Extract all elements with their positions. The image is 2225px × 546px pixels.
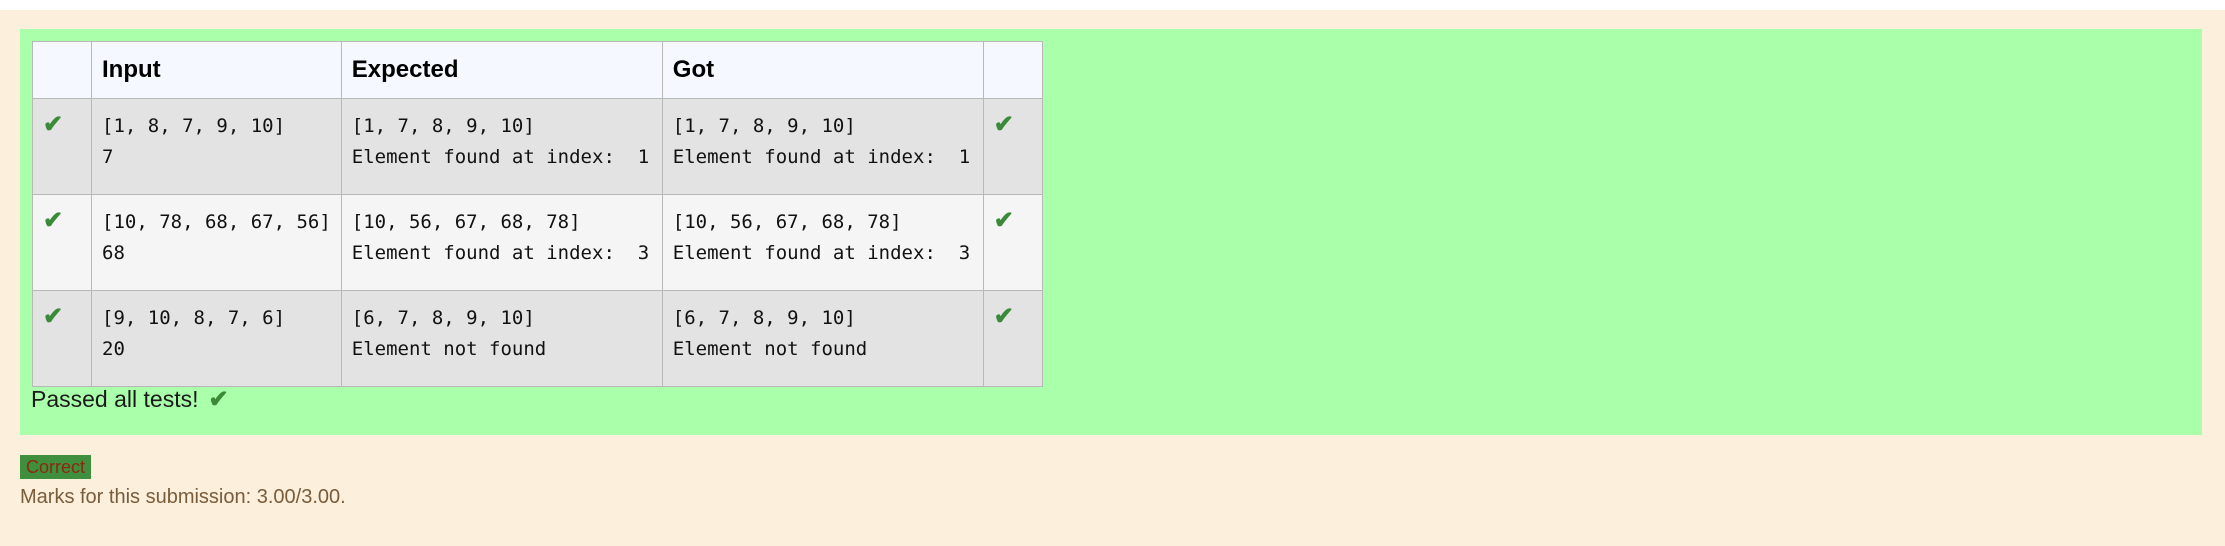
got-cell: [6, 7, 8, 9, 10] Element not found [661, 290, 984, 387]
header-status-cell [32, 41, 92, 99]
check-icon: ✔ [993, 303, 1014, 330]
row-status-cell: ✔ [32, 194, 92, 291]
pass-message: Passed all tests! [31, 386, 199, 412]
row-status-cell: ✔ [32, 290, 92, 387]
input-cell: [1, 8, 7, 9, 10] 7 [91, 98, 342, 195]
got-cell: [10, 56, 67, 68, 78] Element found at in… [661, 194, 984, 291]
check-icon: ✔ [208, 386, 229, 413]
check-icon: ✔ [43, 303, 64, 330]
table-row: ✔ [10, 78, 68, 67, 56] 68 [10, 56, 67, 6… [32, 194, 1043, 291]
check-icon: ✔ [43, 207, 64, 234]
row-status-cell: ✔ [32, 98, 92, 195]
row-result-cell: ✔ [982, 290, 1043, 387]
header-got: Got [661, 41, 984, 99]
table-row: ✔ [1, 8, 7, 9, 10] 7 [1, 7, 8, 9, 10] El… [32, 98, 1043, 195]
got-cell: [1, 7, 8, 9, 10] Element found at index:… [661, 98, 984, 195]
check-icon: ✔ [43, 111, 64, 138]
header-expected: Expected [340, 41, 663, 99]
test-results-table: Input Expected Got ✔ [1, 8, 7, 9, 10] 7 … [32, 41, 1043, 387]
header-result-cell [982, 41, 1043, 99]
pass-summary: Passed all tests! ✔ [31, 386, 229, 413]
row-result-cell: ✔ [982, 194, 1043, 291]
expected-cell: [6, 7, 8, 9, 10] Element not found [340, 290, 663, 387]
expected-cell: [10, 56, 67, 68, 78] Element found at in… [340, 194, 663, 291]
input-cell: [9, 10, 8, 7, 6] 20 [91, 290, 342, 387]
header-input: Input [91, 41, 342, 99]
row-result-cell: ✔ [982, 98, 1043, 195]
table-header-row: Input Expected Got [32, 41, 1043, 99]
check-icon: ✔ [993, 207, 1014, 234]
table-row: ✔ [9, 10, 8, 7, 6] 20 [6, 7, 8, 9, 10] E… [32, 290, 1043, 387]
correct-badge: Correct [20, 455, 92, 479]
check-icon: ✔ [993, 111, 1014, 138]
test-results-panel: Input Expected Got ✔ [1, 8, 7, 9, 10] 7 … [20, 29, 2202, 435]
expected-cell: [1, 7, 8, 9, 10] Element found at index:… [340, 98, 663, 195]
marks-text: Marks for this submission: 3.00/3.00. [20, 486, 346, 508]
input-cell: [10, 78, 68, 67, 56] 68 [91, 194, 342, 291]
page-background: Input Expected Got ✔ [1, 8, 7, 9, 10] 7 … [0, 10, 2225, 546]
